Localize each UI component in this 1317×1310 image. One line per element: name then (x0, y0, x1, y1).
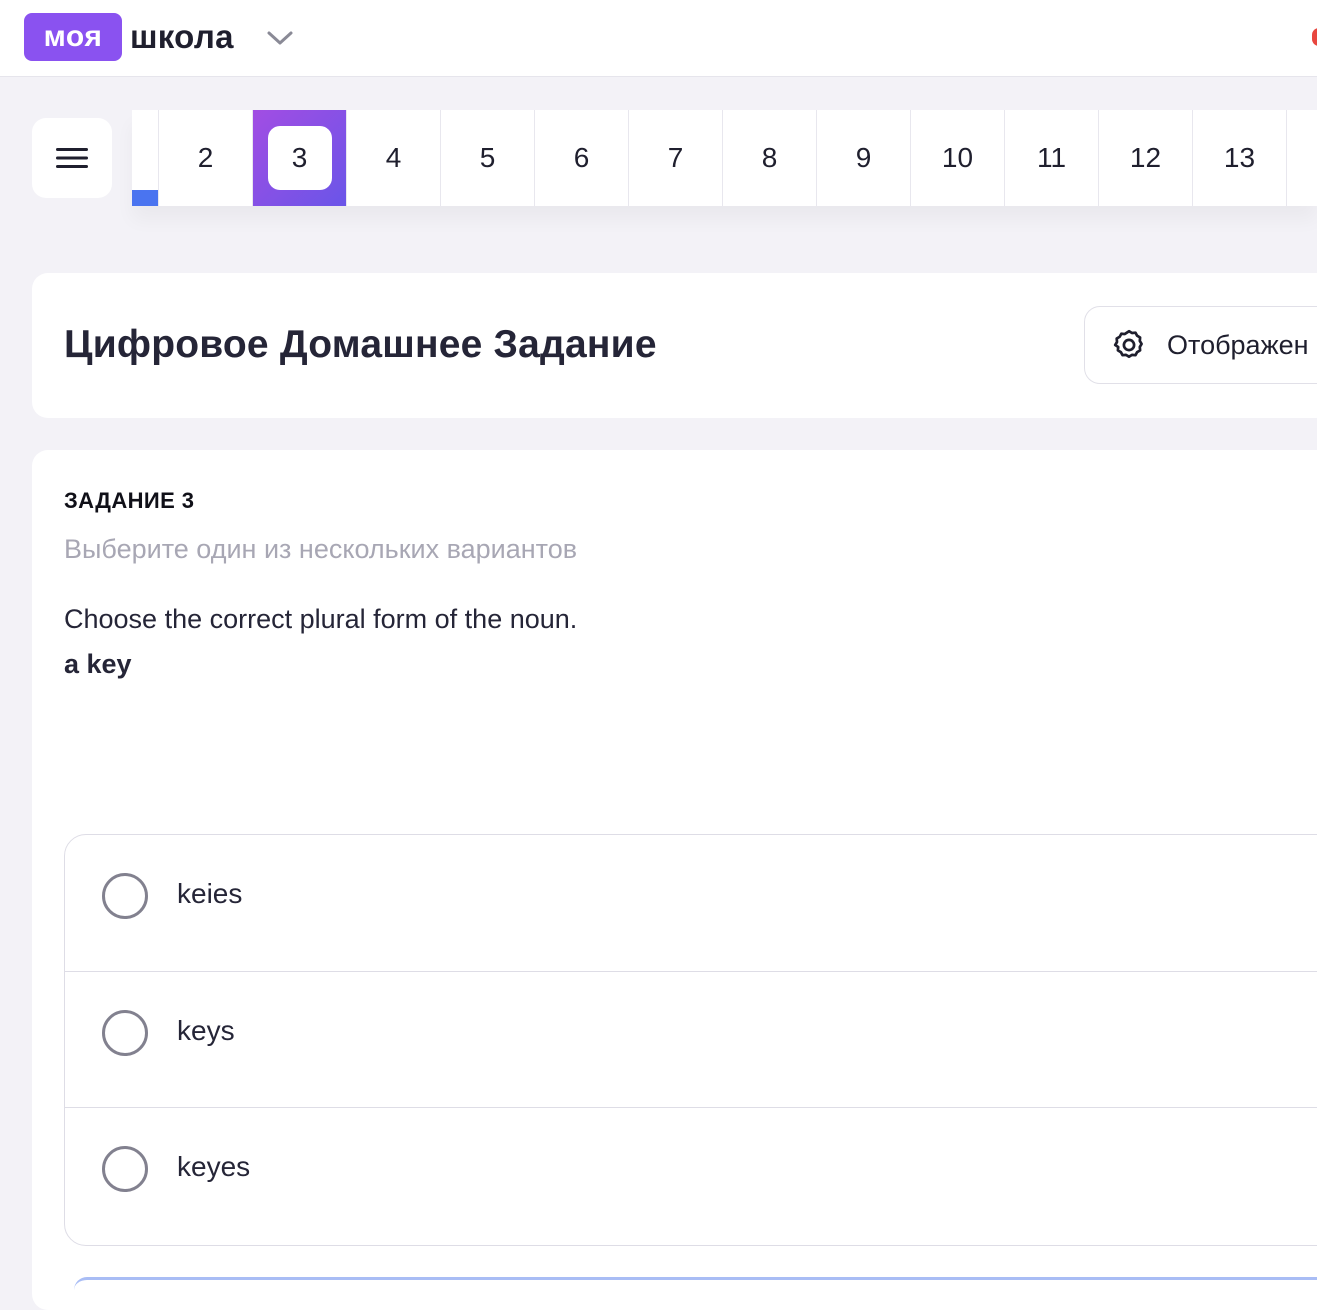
task-instruction: Выберите один из нескольких вариантов (64, 534, 578, 564)
task-number-label: 12 (1129, 142, 1162, 173)
gear-icon (1113, 329, 1143, 359)
answer-option-label: keys (177, 1014, 235, 1046)
chevron-down-icon[interactable] (266, 29, 294, 47)
logo-badge: моя (24, 13, 122, 61)
task-number-label: 7 (667, 142, 684, 173)
answer-option[interactable]: keyes (65, 1108, 1317, 1245)
task-number-label: 6 (573, 142, 590, 173)
task-number-label: 3 (267, 126, 332, 190)
task-number-1-partial[interactable] (132, 110, 159, 206)
task-number-button[interactable]: 9 (817, 110, 911, 206)
task-number-label: 2 (197, 142, 214, 173)
logo[interactable]: моя школа (24, 13, 234, 61)
task-number-button[interactable]: 8 (723, 110, 817, 206)
next-section-edge (74, 1277, 1317, 1290)
task-number-button[interactable]: 7 (629, 110, 723, 206)
app-header: моя школа (0, 0, 1317, 77)
title-card: Цифровое Домашнее Задание Отображен (32, 273, 1317, 418)
display-settings-label: Отображен (1167, 329, 1309, 360)
notification-dot (1312, 28, 1317, 46)
answer-options: keies keys keyes (64, 834, 1317, 1246)
task-question: Choose the correct plural form of the no… (64, 604, 578, 634)
task-number-button[interactable]: 2 (159, 110, 253, 206)
page-title: Цифровое Домашнее Задание (64, 323, 657, 366)
task-number-label: 5 (479, 142, 496, 173)
task-number-label: 13 (1223, 142, 1256, 173)
answer-option-label: keyes (177, 1151, 251, 1182)
hamburger-menu-icon (56, 148, 88, 168)
task-word: a key (64, 649, 132, 679)
task-number-button[interactable]: 5 (441, 110, 535, 206)
task-card: ЗАДАНИЕ 3 Выберите один из нескольких ва… (32, 450, 1317, 1310)
task-number-list: 2 3 4 5 6 7 8 9 10 11 12 13 (159, 110, 1287, 206)
task-number-label: 4 (385, 142, 402, 173)
radio-button[interactable] (102, 1009, 148, 1056)
task-number-label: 8 (761, 142, 778, 173)
answer-option[interactable]: keys (65, 972, 1317, 1108)
task-label: ЗАДАНИЕ 3 (64, 488, 195, 513)
logo-word: школа (130, 18, 234, 55)
radio-button[interactable] (102, 1146, 148, 1192)
menu-button[interactable] (32, 118, 112, 198)
task-number-button[interactable]: 10 (911, 110, 1005, 206)
task-number-button[interactable]: 3 (253, 110, 347, 206)
task-number-button[interactable]: 6 (535, 110, 629, 206)
task-number-button[interactable]: 11 (1005, 110, 1099, 206)
task-progress-indicator (132, 190, 158, 206)
task-navigation: 2 3 4 5 6 7 8 9 10 11 12 13 (132, 110, 1317, 206)
answer-option[interactable]: keies (65, 835, 1317, 972)
task-number-label: 10 (941, 142, 974, 173)
answer-option-label: keies (177, 878, 243, 909)
task-number-button[interactable]: 13 (1193, 110, 1287, 206)
task-number-label: 9 (855, 142, 872, 173)
task-number-label: 11 (1036, 142, 1067, 173)
radio-button[interactable] (102, 873, 148, 919)
task-number-button[interactable]: 4 (347, 110, 441, 206)
task-number-button[interactable]: 12 (1099, 110, 1193, 206)
display-settings-button[interactable]: Отображен (1084, 306, 1317, 384)
